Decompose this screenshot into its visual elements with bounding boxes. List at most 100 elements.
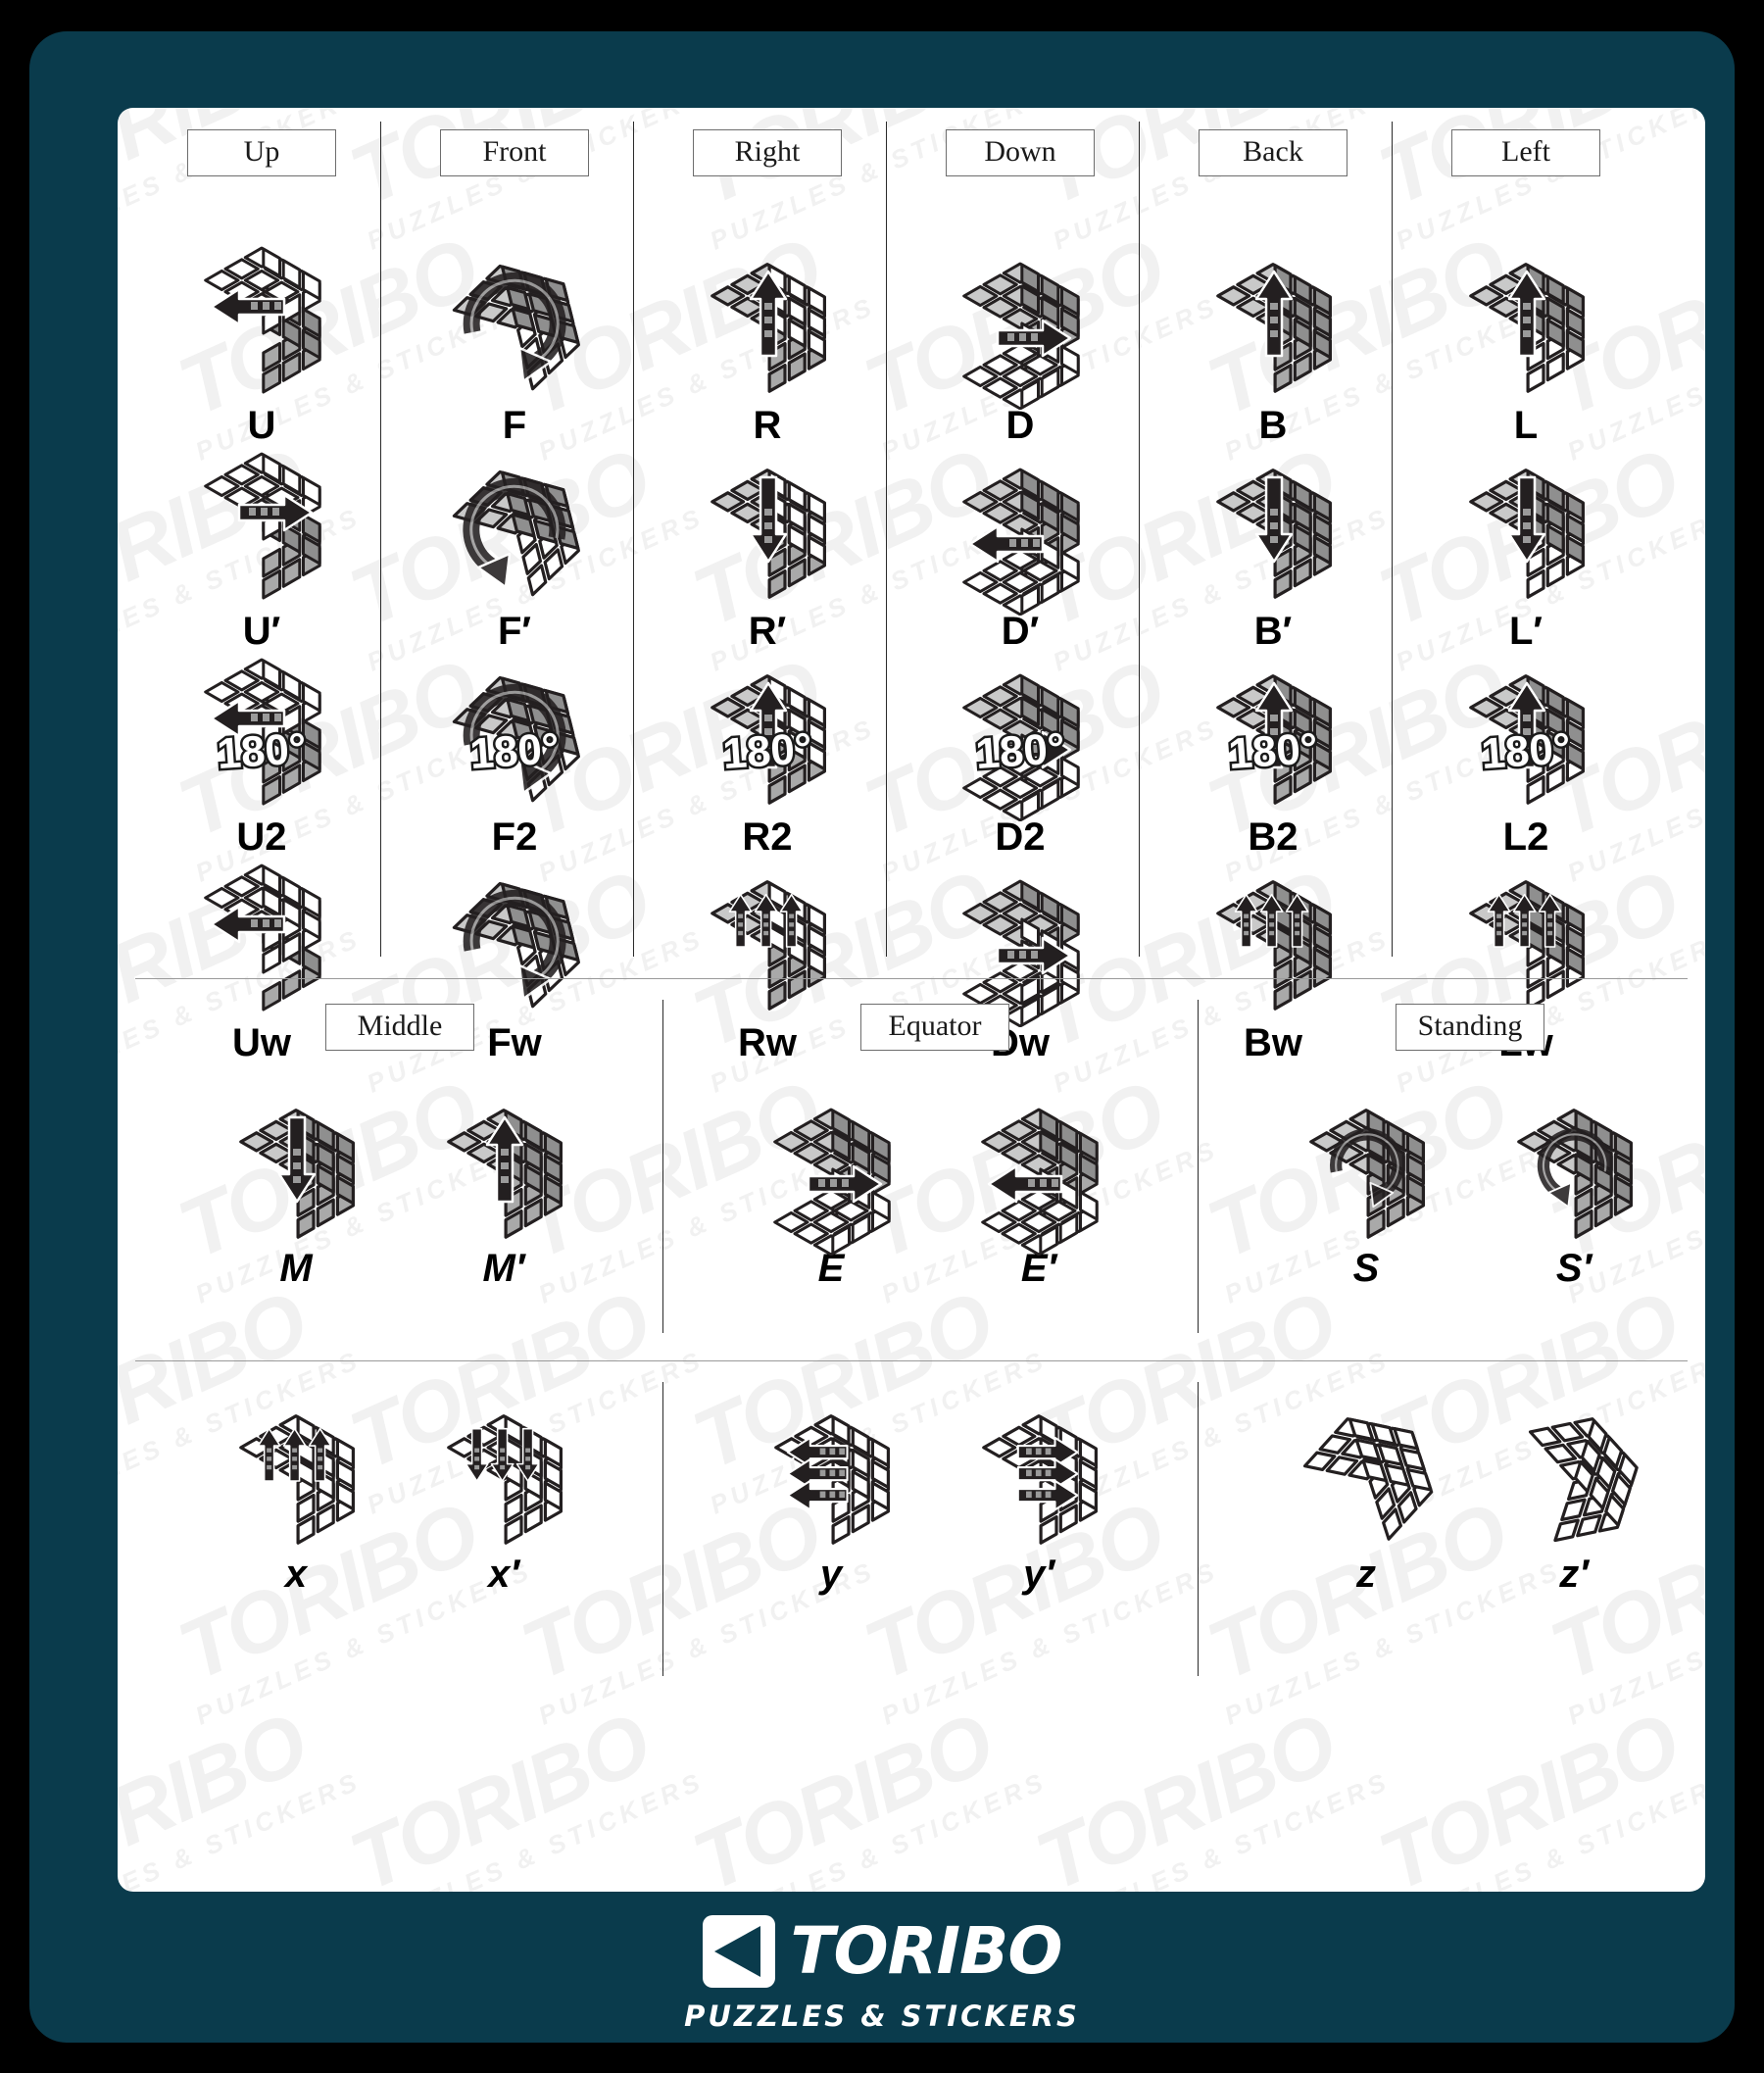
move-cell[interactable]: D′ (894, 459, 1147, 651)
watermark-brand: TORIBO (1366, 1695, 1692, 1892)
cube-figure (190, 1096, 402, 1243)
cube-figure: 180° (388, 665, 641, 812)
move-cell[interactable]: U (135, 246, 388, 445)
cube-figure (1399, 253, 1652, 400)
cube-illustration (774, 1413, 890, 1545)
cube-illustration (1469, 263, 1585, 393)
footer-logo: TORIBO PUZZLES & STICKERS (29, 1915, 1735, 2033)
watermark-brand: TORIBO (337, 1695, 663, 1892)
notation-sheet: TORIBOPUZZLES & STICKERSTORIBOPUZZLES & … (118, 108, 1705, 1892)
face-header-front: Front (388, 129, 641, 176)
face-header-down: Down (894, 129, 1147, 176)
column-divider (380, 122, 381, 957)
watermark-tagline: PUZZLES & STICKERS (705, 1765, 1052, 1892)
cube-illustration (452, 675, 580, 803)
cube-figure (1147, 253, 1399, 400)
move-cell[interactable]: L′ (1399, 459, 1652, 651)
slice-header: Equator (670, 1004, 1200, 1051)
move-cell[interactable]: E (725, 1096, 937, 1288)
cube-figure (725, 1096, 937, 1256)
cube-illustration (447, 1108, 563, 1239)
section-divider-1 (135, 978, 1688, 979)
cube-figure (1147, 459, 1399, 606)
move-cell[interactable]: E′ (933, 1096, 1145, 1288)
column-divider (886, 122, 887, 957)
cube-illustration (1302, 1416, 1434, 1541)
group-divider (1198, 1382, 1199, 1676)
watermark-tagline: PUZZLES & STICKERS (118, 1765, 366, 1892)
slice-header-label: Standing (1396, 1004, 1544, 1051)
move-cell[interactable]: 180° B2 (1147, 665, 1399, 857)
cube-figure (894, 253, 1147, 411)
move-cell[interactable]: z (1260, 1402, 1472, 1594)
move-cell[interactable]: 180° R2 (641, 665, 894, 857)
section-divider-2 (135, 1360, 1688, 1361)
page-root: TORIBOPUZZLES & STICKERSTORIBOPUZZLES & … (0, 0, 1764, 2073)
slice-moves-section: Middle M M′ Equator E E′ Standing S S′ (118, 990, 1705, 1353)
cube-figure (1468, 1096, 1680, 1243)
watermark-brand: TORIBO (118, 1695, 320, 1892)
move-cell[interactable]: R (641, 253, 894, 445)
cube-figure: 180° (1147, 665, 1399, 812)
column-divider (633, 122, 634, 957)
move-cell[interactable]: x (190, 1402, 402, 1594)
watermark-tagline: PUZZLES & STICKERS (1048, 1765, 1395, 1892)
move-cell[interactable]: x′ (398, 1402, 610, 1594)
cube-illustration (981, 1108, 1099, 1256)
move-cell[interactable]: 180° D2 (894, 665, 1147, 857)
face-header-label: Right (693, 129, 842, 176)
face-header-label: Up (187, 129, 336, 176)
cube-illustration (1216, 263, 1332, 393)
cube-figure (1260, 1096, 1472, 1243)
move-cell[interactable]: 180° U2 (135, 658, 388, 857)
face-header-up: Up (135, 129, 388, 176)
cube-figure (933, 1402, 1145, 1549)
column-divider (1139, 122, 1140, 957)
move-cell[interactable]: M′ (398, 1096, 610, 1288)
slice-header-label: Equator (860, 1004, 1009, 1051)
move-cell[interactable]: B (1147, 253, 1399, 445)
cube-figure (725, 1402, 937, 1549)
cube-illustration (204, 246, 321, 394)
cube-illustration (1309, 1108, 1425, 1239)
cube-illustration (239, 1108, 355, 1239)
move-cell[interactable]: z′ (1468, 1402, 1680, 1594)
move-cell[interactable]: S (1260, 1096, 1472, 1288)
cube-illustration (962, 262, 1080, 411)
cube-illustration (452, 469, 580, 597)
move-cell[interactable]: F′ (388, 459, 641, 651)
move-cell[interactable]: 180° F2 (388, 665, 641, 857)
face-header-label: Left (1451, 129, 1600, 176)
cube-illustration (710, 674, 826, 805)
move-cell[interactable]: y (725, 1402, 937, 1594)
move-cell[interactable]: S′ (1468, 1096, 1680, 1288)
cube-illustration (204, 658, 321, 806)
move-cell[interactable]: D (894, 253, 1147, 445)
move-cell[interactable]: 180° L2 (1399, 665, 1652, 857)
move-cell[interactable]: U′ (135, 452, 388, 651)
move-cell[interactable]: F (388, 253, 641, 445)
watermark-brand: TORIBO (680, 1695, 1006, 1892)
cube-figure (894, 459, 1147, 617)
cube-figure (398, 1096, 610, 1243)
move-cell[interactable]: M (190, 1096, 402, 1288)
rotation-section: x x′ y y′ z z′ (118, 1372, 1705, 1696)
cube-illustration (1216, 469, 1332, 599)
cube-figure: 180° (1399, 665, 1652, 812)
cube-figure: 180° (135, 658, 388, 812)
cube-illustration (1528, 1416, 1639, 1542)
cube-figure (388, 253, 641, 400)
cube-figure (135, 452, 388, 606)
watermark-tagline: PUZZLES & STICKERS (362, 1765, 709, 1892)
brand-name: TORIBO (790, 1913, 1063, 1989)
cube-illustration (962, 673, 1080, 822)
face-header-label: Front (440, 129, 589, 176)
cube-illustration (452, 264, 580, 391)
cube-illustration (1469, 674, 1585, 805)
move-cell[interactable]: R′ (641, 459, 894, 651)
move-cell[interactable]: y′ (933, 1402, 1145, 1594)
move-cell[interactable]: B′ (1147, 459, 1399, 651)
face-header-label: Down (946, 129, 1095, 176)
move-cell[interactable]: L (1399, 253, 1652, 445)
cube-figure (190, 1402, 402, 1549)
